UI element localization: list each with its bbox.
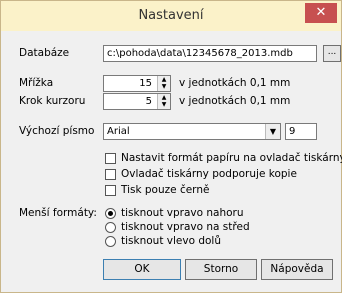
database-path-field[interactable]: c:\pohoda\data\12345678_2013.mdb	[103, 45, 317, 62]
radio-right-top[interactable]	[105, 208, 116, 219]
checkbox-paper-format-label: Nastavit formát papíru na ovladač tiskár…	[121, 152, 342, 164]
checkbox-paper-format[interactable]	[105, 153, 116, 164]
cancel-button[interactable]: Storno	[185, 259, 257, 280]
help-button[interactable]: Nápověda	[261, 259, 333, 280]
database-label: Databáze	[19, 47, 70, 59]
title-bar: Nastavení ✕	[1, 1, 341, 31]
cursor-unit-label: v jednotkách 0,1 mm	[179, 95, 291, 107]
font-select-value: Arial	[107, 126, 130, 137]
settings-dialog: Nastavení ✕ Databáze c:\pohoda\data\1234…	[0, 0, 342, 293]
checkbox-copies[interactable]	[105, 169, 116, 180]
grid-spin-arrows-icon[interactable]: ▲ ▼	[157, 76, 170, 91]
grid-label: Mřížka	[19, 77, 54, 89]
grid-unit-label: v jednotkách 0,1 mm	[179, 77, 291, 89]
dialog-body: Databáze c:\pohoda\data\12345678_2013.md…	[9, 31, 342, 284]
radio-right-top-label: tisknout vpravo nahoru	[121, 207, 244, 219]
font-size-field[interactable]: 9	[285, 123, 317, 140]
checkbox-black-only[interactable]	[105, 185, 116, 196]
radio-left-bottom[interactable]	[105, 236, 116, 247]
cursor-step-label: Krok kurzoru	[19, 95, 86, 107]
grid-spinner[interactable]: 15 ▲ ▼	[103, 75, 171, 92]
cursor-step-value: 5	[145, 96, 152, 107]
grid-value: 15	[139, 78, 152, 89]
small-formats-label: Menší formáty:	[19, 207, 97, 219]
checkbox-copies-label: Ovladač tiskárny podporuje kopie	[121, 168, 297, 180]
radio-right-center[interactable]	[105, 222, 116, 233]
browse-button[interactable]: ...	[323, 45, 341, 62]
radio-right-center-label: tisknout vpravo na střed	[121, 221, 250, 233]
checkbox-black-only-label: Tisk pouze černě	[121, 184, 210, 196]
radio-left-bottom-label: tisknout vlevo dolů	[121, 235, 222, 247]
default-font-label: Výchozí písmo	[19, 125, 95, 137]
cursor-step-spinner[interactable]: 5 ▲ ▼	[103, 93, 171, 110]
ok-button[interactable]: OK	[103, 259, 181, 280]
chevron-down-icon[interactable]: ▼	[265, 124, 280, 139]
dialog-title: Nastavení	[138, 8, 204, 23]
font-select[interactable]: Arial ▼	[103, 123, 281, 140]
cursor-spin-arrows-icon[interactable]: ▲ ▼	[157, 94, 170, 109]
close-button[interactable]: ✕	[305, 3, 337, 23]
